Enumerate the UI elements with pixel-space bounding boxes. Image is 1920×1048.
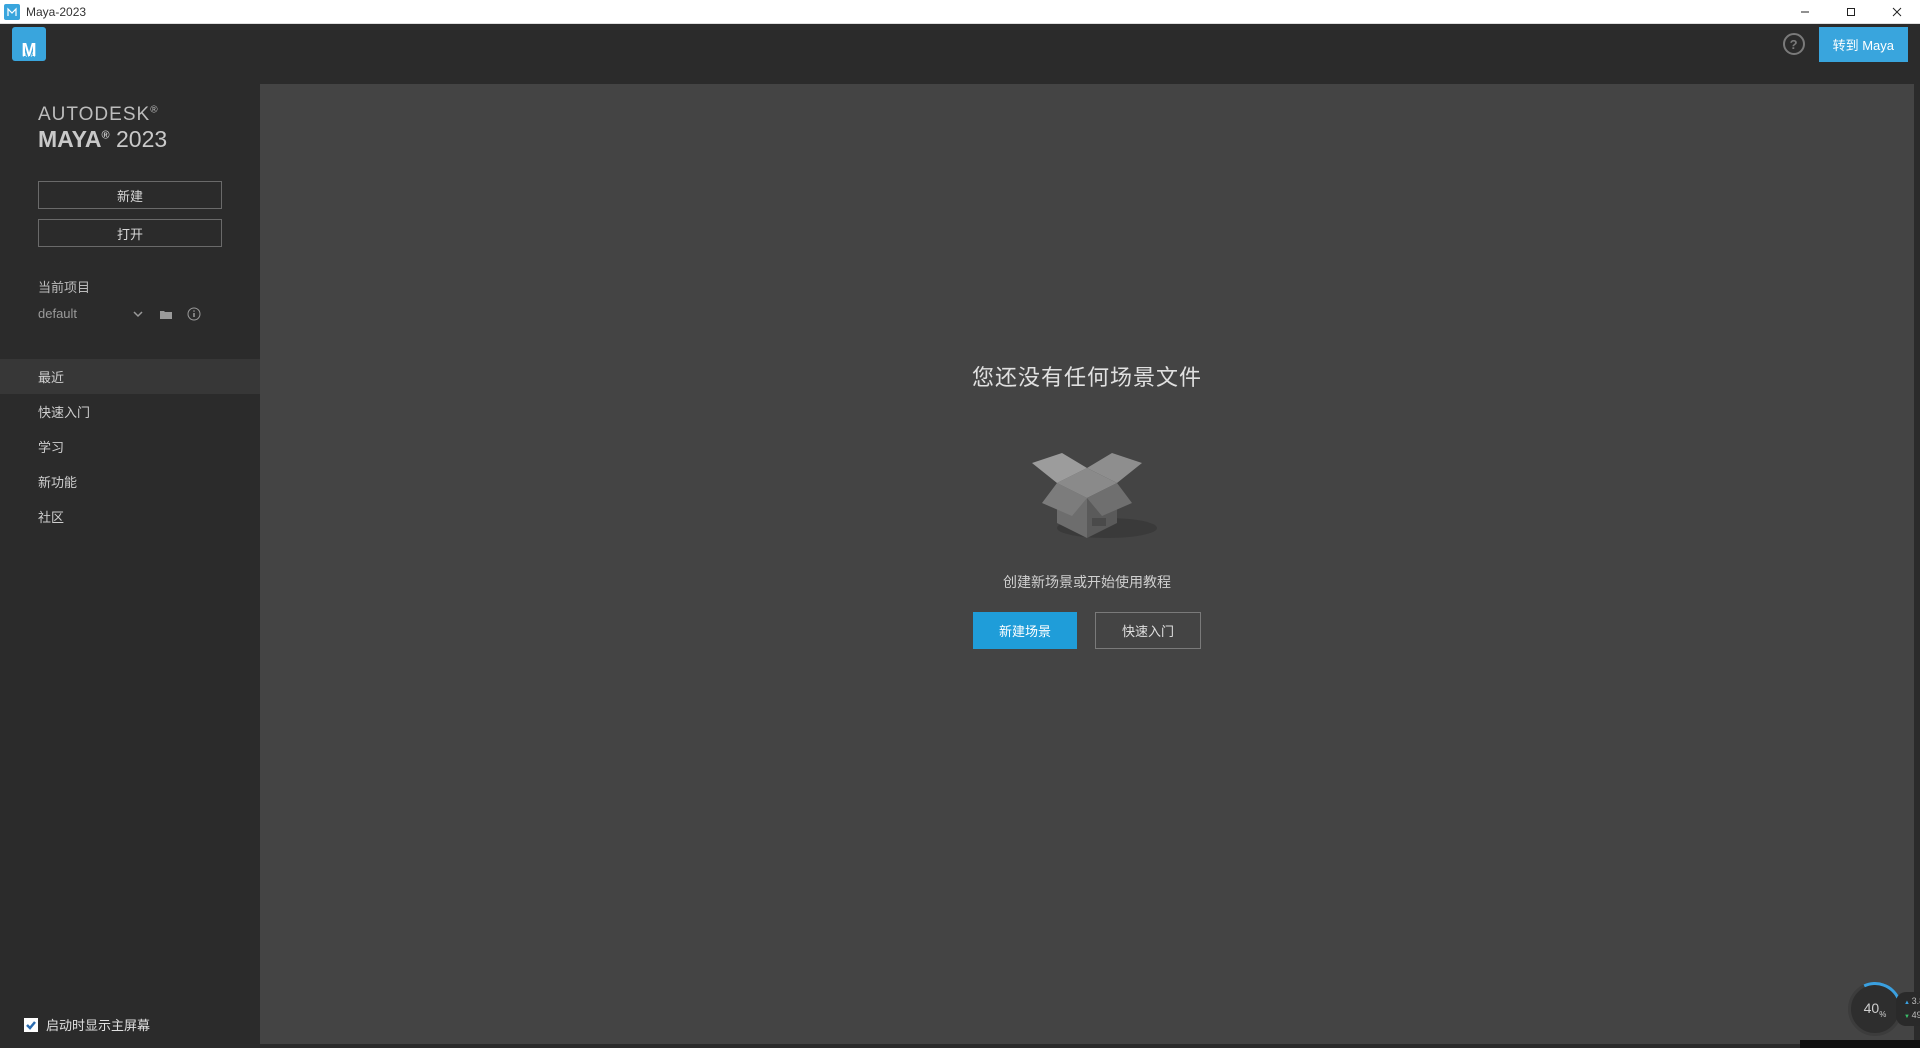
main-content: 您还没有任何场景文件: [260, 84, 1914, 1044]
chevron-down-icon[interactable]: [131, 307, 145, 321]
help-icon[interactable]: ?: [1783, 33, 1805, 55]
open-button[interactable]: 打开: [38, 219, 222, 247]
sidebar-item-whatsnew[interactable]: 新功能: [0, 464, 260, 499]
empty-title: 您还没有任何场景文件: [972, 360, 1202, 392]
new-button[interactable]: 新建: [38, 181, 222, 209]
minimize-button[interactable]: [1782, 0, 1828, 24]
info-icon[interactable]: [187, 307, 201, 321]
startup-checkbox-label: 启动时显示主屏幕: [46, 1015, 150, 1034]
maximize-button[interactable]: [1828, 0, 1874, 24]
net-upload: 3.8K/s: [1904, 995, 1920, 1009]
network-widget[interactable]: 40% 3.8K/s 49.8K/s: [1848, 982, 1902, 1036]
startup-checkbox[interactable]: [24, 1018, 38, 1032]
app-icon: [4, 4, 20, 20]
brand-autodesk: AUTODESK: [38, 104, 150, 125]
sidebar-item-quickstart[interactable]: 快速入门: [0, 394, 260, 429]
new-scene-button[interactable]: 新建场景: [973, 612, 1077, 649]
maya-logo-icon: M AYA: [12, 27, 46, 61]
sidebar-item-learn[interactable]: 学习: [0, 429, 260, 464]
goto-maya-button[interactable]: 转到 Maya: [1819, 27, 1908, 62]
project-name[interactable]: default: [38, 306, 117, 321]
sidebar-footer: 启动时显示主屏幕: [0, 1001, 260, 1048]
close-button[interactable]: [1874, 0, 1920, 24]
net-download: 49.8K/s: [1904, 1009, 1920, 1023]
brand-block: AUTODESK® MAYA® 2023: [0, 104, 260, 181]
app-header: M AYA ? 转到 Maya: [0, 24, 1920, 64]
os-titlebar: Maya-2023: [0, 0, 1920, 24]
quickstart-button[interactable]: 快速入门: [1095, 612, 1201, 649]
folder-icon[interactable]: [159, 307, 173, 321]
app-body: AUTODESK® MAYA® 2023 新建 打开 当前项目 default: [0, 64, 1920, 1048]
sidebar-nav: 最近 快速入门 学习 新功能 社区: [0, 359, 260, 534]
window-controls: [1782, 0, 1920, 24]
empty-state: 您还没有任何场景文件: [972, 360, 1202, 649]
empty-box-icon: [1002, 428, 1172, 548]
app-root: M AYA ? 转到 Maya AUTODESK® MAYA® 2023 新建 …: [0, 24, 1920, 1048]
brand-year: 2023: [116, 126, 167, 152]
taskbar-fragment: [1800, 1040, 1920, 1048]
net-percent-suffix: %: [1879, 1009, 1886, 1018]
net-percent: 40: [1864, 1000, 1880, 1016]
empty-subtitle: 创建新场景或开始使用教程: [972, 572, 1202, 592]
project-section: 当前项目 default: [0, 247, 260, 321]
project-label: 当前项目: [38, 277, 222, 296]
sidebar: AUTODESK® MAYA® 2023 新建 打开 当前项目 default: [0, 64, 260, 1048]
sidebar-item-community[interactable]: 社区: [0, 499, 260, 534]
window-title: Maya-2023: [26, 5, 86, 19]
sidebar-item-recent[interactable]: 最近: [0, 359, 260, 394]
net-speeds: 3.8K/s 49.8K/s: [1896, 992, 1920, 1026]
brand-maya: MAYA: [38, 126, 102, 152]
